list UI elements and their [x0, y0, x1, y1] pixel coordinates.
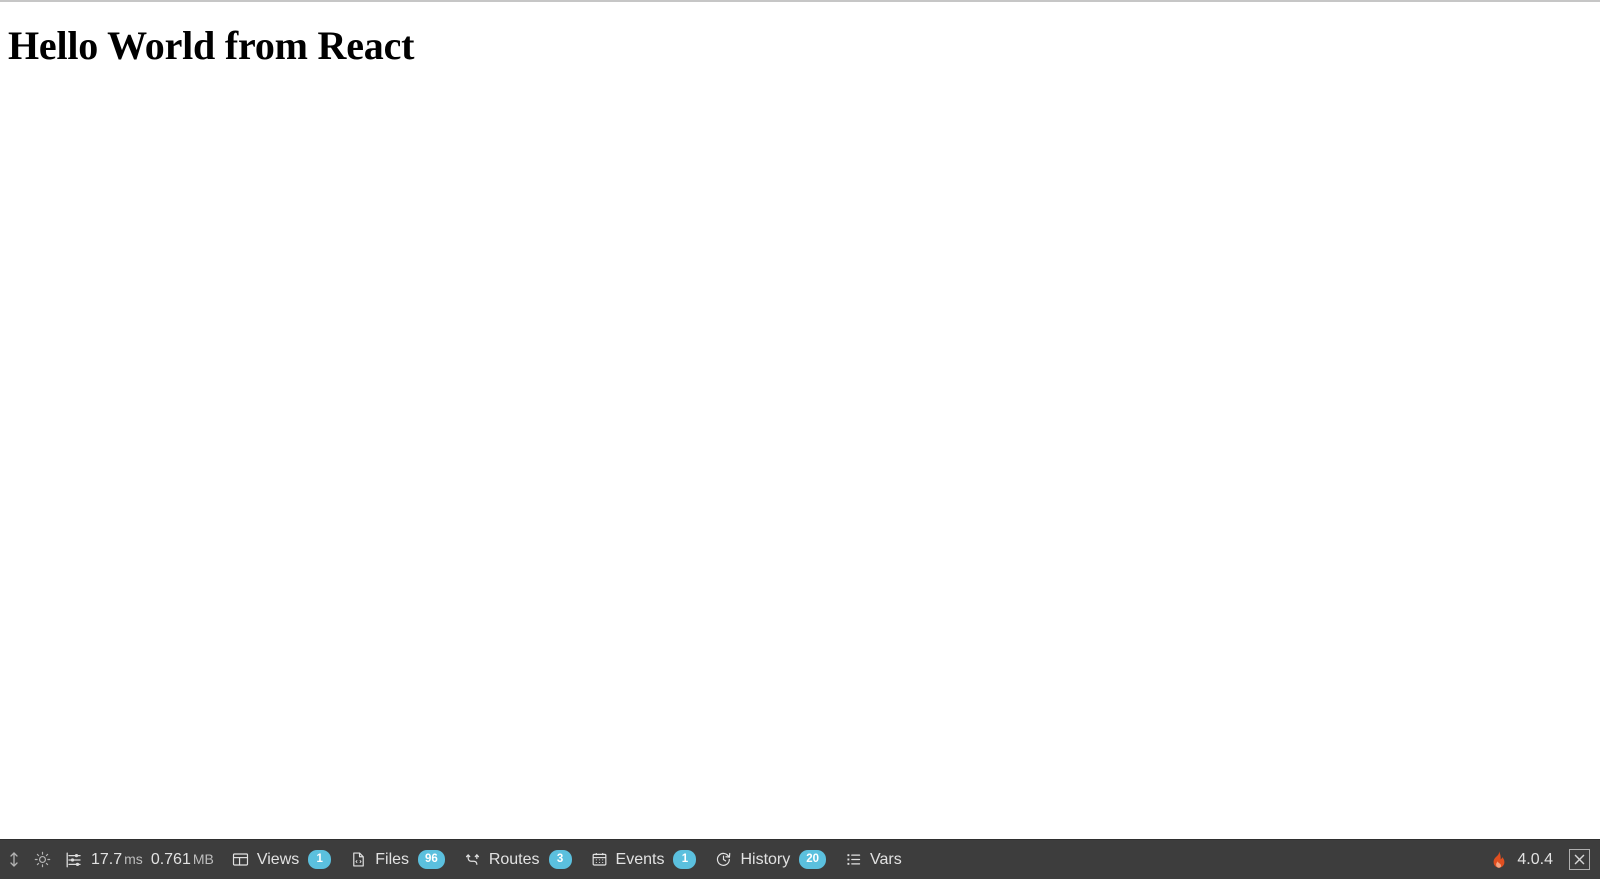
debugbar-tab-routes-badge: 3 [548, 849, 572, 870]
debugbar-tab-history-label: History [740, 850, 791, 868]
request-time-stat: 17.7 ms [91, 851, 143, 869]
sliders-timeline-icon [64, 850, 83, 869]
file-code-icon [349, 850, 368, 869]
laravel-debugbar: 17.7 ms 0.761 MB Views 1 Files 96 Routes… [0, 839, 1600, 879]
debugbar-tab-vars[interactable]: Vars [835, 840, 911, 879]
close-x-icon[interactable] [1569, 849, 1590, 870]
memory-usage-stat: 0.761 MB [151, 851, 214, 869]
sun-brightness-icon [33, 850, 52, 869]
browser-page-content: Hello World from React [0, 0, 1600, 879]
request-time-value: 17.7 [91, 850, 123, 868]
debugbar-tab-files-label: Files [375, 850, 410, 868]
debugbar-tab-routes-label: Routes [488, 850, 540, 868]
debugbar-tab-files[interactable]: Files 96 [340, 840, 454, 879]
debugbar-tab-routes[interactable]: Routes 3 [454, 840, 581, 879]
request-time-unit: ms [124, 850, 143, 867]
debugbar-tab-vars-label: Vars [870, 850, 902, 868]
memory-usage-unit: MB [192, 850, 214, 867]
clock-history-icon [714, 850, 733, 869]
debugbar-tab-views-label: Views [256, 850, 300, 868]
debugbar-left-section: 17.7 ms 0.761 MB Views 1 Files 96 Routes… [0, 840, 1489, 879]
debugbar-tab-history-badge: 20 [799, 849, 827, 870]
vertical-resize-arrows-icon [5, 850, 24, 869]
debugbar-tab-events-label: Events [615, 850, 665, 868]
debugbar-tab-events-badge: 1 [673, 849, 697, 870]
layout-views-icon [231, 850, 250, 869]
debugbar-right-section: 4.0.4 [1489, 840, 1600, 879]
debugbar-tab-events[interactable]: Events 1 [581, 840, 706, 879]
memory-usage-value: 0.761 [150, 850, 191, 868]
debugbar-version: 4.0.4 [1517, 850, 1553, 868]
page-title: Hello World from React [8, 23, 415, 68]
debugbar-stats-timeline[interactable]: 17.7 ms 0.761 MB [56, 840, 222, 879]
calendar-icon [590, 850, 609, 869]
resize-handle-button[interactable] [0, 840, 28, 879]
debugbar-tab-views-badge: 1 [308, 849, 332, 870]
route-branch-icon [463, 850, 482, 869]
theme-toggle-button[interactable] [28, 840, 56, 879]
flame-icon [1489, 850, 1509, 870]
list-vars-icon [844, 850, 863, 869]
debugbar-tab-history[interactable]: History 20 [705, 840, 835, 879]
debugbar-tab-files-badge: 96 [418, 849, 445, 870]
debugbar-tab-views[interactable]: Views 1 [222, 840, 340, 879]
